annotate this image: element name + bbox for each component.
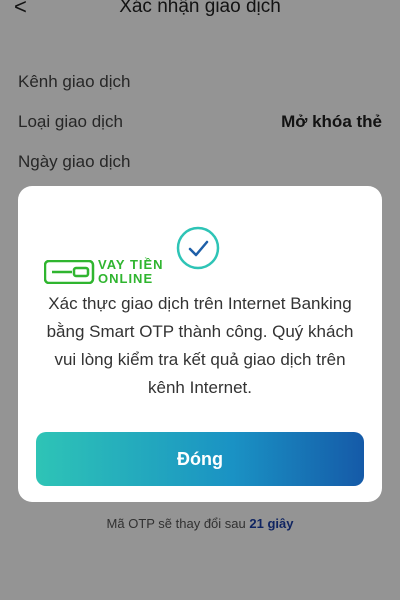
dialog-message: Xác thực giao dịch trên Internet Banking… (46, 294, 354, 397)
watermark-logo: VAY TIỀN ONLINE (44, 258, 164, 288)
close-button[interactable]: Đóng (36, 432, 364, 486)
success-dialog: Xác thực giao dịch trên Internet Banking… (18, 186, 382, 502)
watermark-text: VAY TIỀN ONLINE (98, 258, 164, 286)
watermark-line1: VAY TIỀN (98, 257, 164, 272)
wallet-icon (44, 260, 95, 284)
check-circle-icon (176, 226, 220, 270)
watermark-line2: ONLINE (98, 271, 154, 286)
